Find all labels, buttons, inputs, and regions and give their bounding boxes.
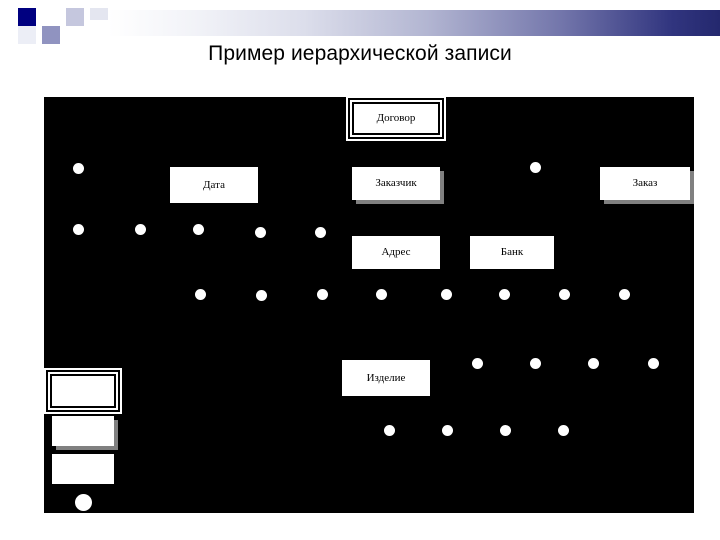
link-dot-5 (255, 227, 266, 238)
link-dot-2 (73, 224, 84, 235)
link-dot-21 (500, 425, 511, 436)
link-dot-0 (73, 163, 84, 174)
decor-square-white-corner (0, 0, 18, 18)
link-dot-20 (442, 425, 453, 436)
diagram-node-dogovor: Договор (350, 100, 442, 137)
diagram-node-adres: Адрес (352, 236, 440, 269)
link-dot-12 (499, 289, 510, 300)
link-dot-3 (135, 224, 146, 235)
decor-square-navy (18, 8, 36, 26)
link-dot-15 (472, 358, 483, 369)
diagram-node-izdelie: Изделие (342, 360, 430, 396)
diagram-node-bank: Банк (470, 236, 554, 269)
diagram-node-label: Дата (203, 178, 225, 191)
decor-square-light-violet (66, 8, 84, 26)
link-dot-11 (441, 289, 452, 300)
link-dot-6 (315, 227, 326, 238)
link-dot-18 (648, 358, 659, 369)
legend-shadow-box (52, 416, 114, 446)
diagram-node-zakazchik: Заказчик (352, 167, 440, 200)
decor-square-white-1 (42, 8, 60, 26)
diagram-node-label: Договор (376, 112, 416, 124)
link-dot-17 (588, 358, 599, 369)
diagram-node-label: Изделие (366, 371, 406, 384)
link-dot-22 (558, 425, 569, 436)
link-dot-19 (384, 425, 395, 436)
diagram-node-data: Дата (170, 167, 258, 203)
diagram-node-label: Заказ (632, 177, 658, 189)
legend-plain-box (52, 454, 114, 484)
diagram-node-label: Заказчик (375, 177, 417, 189)
link-dot-14 (619, 289, 630, 300)
link-dot-4 (193, 224, 204, 235)
diagram-node-zakaz: Заказ (600, 167, 690, 200)
diagram-node-label: Банк (500, 246, 524, 258)
link-dot-8 (256, 290, 267, 301)
slide-decoration-band (0, 0, 720, 54)
legend-key-box (48, 372, 118, 410)
legend-dot (75, 494, 92, 511)
gradient-bar (108, 10, 720, 36)
hierarchical-record-diagram: Договор Дата Заказчик Заказ Адрес Банк Изделие (44, 97, 694, 513)
decor-square-pale-2 (90, 8, 108, 20)
link-dot-13 (559, 289, 570, 300)
link-dot-1 (530, 162, 541, 173)
link-dot-10 (376, 289, 387, 300)
page-title: Пример иерархической записи (208, 42, 512, 65)
diagram-node-label: Адрес (381, 246, 411, 258)
link-dot-9 (317, 289, 328, 300)
link-dot-7 (195, 289, 206, 300)
link-dot-16 (530, 358, 541, 369)
